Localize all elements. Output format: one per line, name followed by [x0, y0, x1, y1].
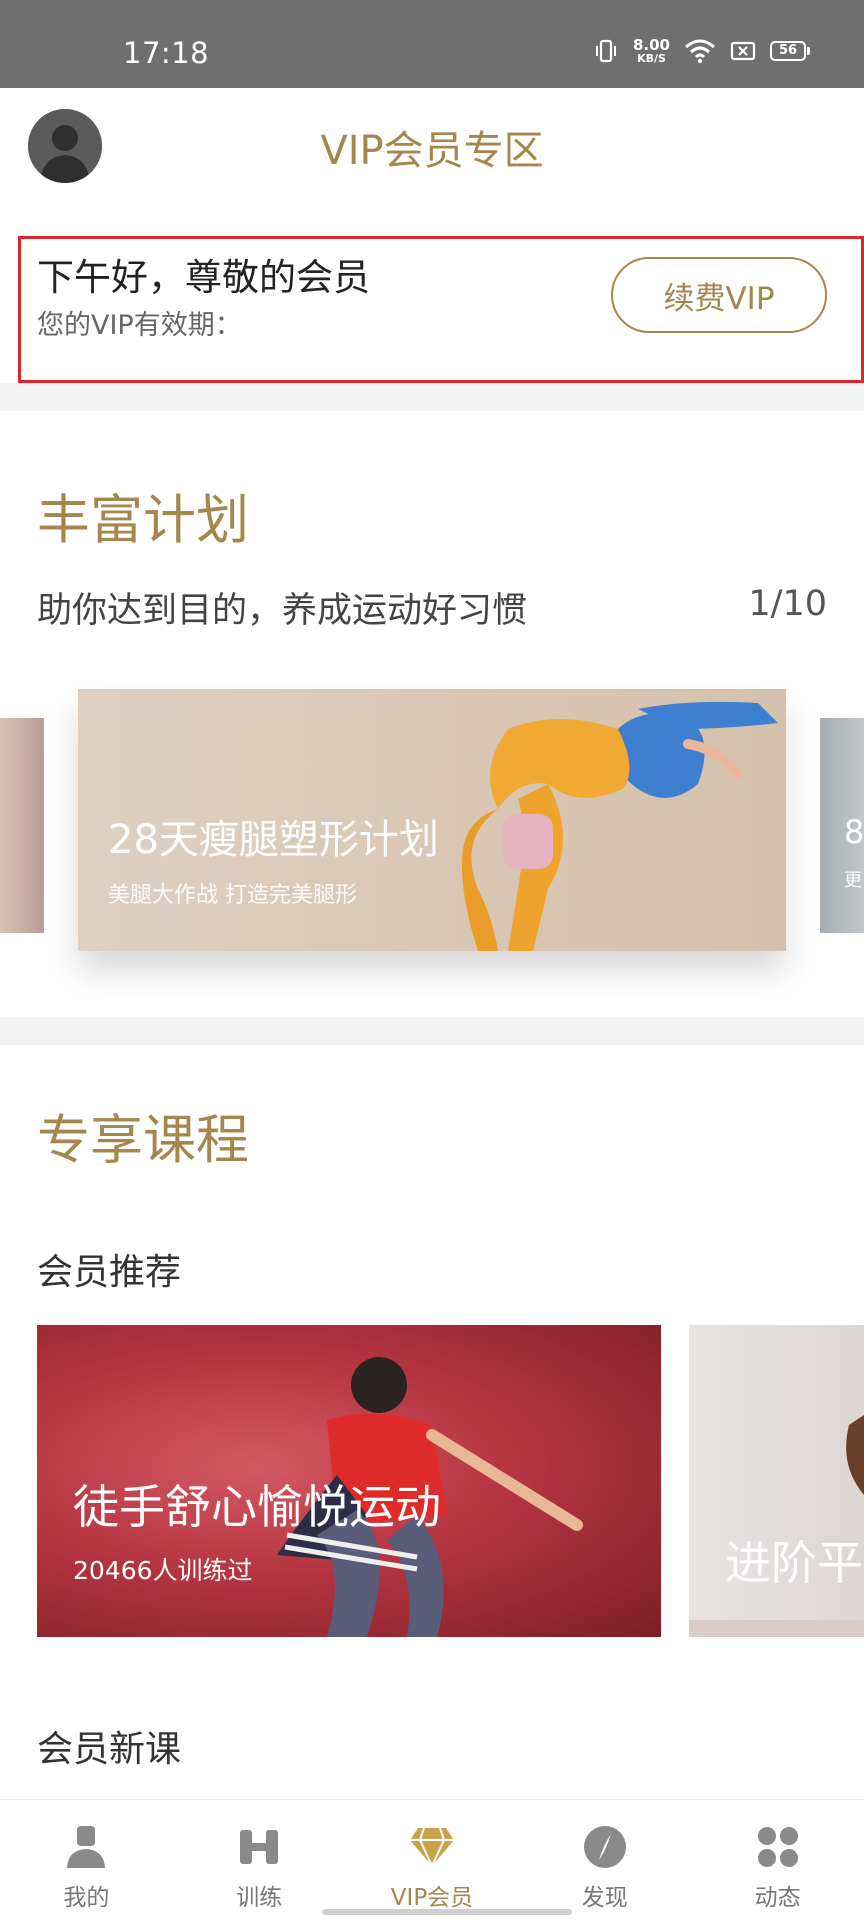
section-divider — [0, 1017, 864, 1045]
vibrate-icon — [595, 39, 616, 63]
plans-pager: 1/10 — [748, 584, 827, 624]
renew-vip-button[interactable]: 续费VIP — [611, 257, 827, 333]
course-card-next[interactable]: 进阶平 — [689, 1325, 864, 1637]
dumbbell-icon — [240, 1830, 279, 1864]
member-info-card: 下午好，尊敬的会员 您的VIP有效期： 续费VIP — [18, 236, 864, 383]
diamond-icon — [409, 1827, 454, 1869]
sim-icon — [730, 41, 756, 61]
plan-card-title: 28天瘦腿塑形计划 — [108, 817, 439, 863]
course-card-next-title: 进阶平 — [725, 1536, 863, 1590]
net-speed: 8.00 KB/S — [632, 36, 670, 65]
plan-card[interactable]: 28天瘦腿塑形计划 美腿大作战 打造完美腿形 — [78, 689, 786, 951]
nav-item-training[interactable]: 训练 — [173, 1800, 346, 1920]
course-card-title: 徒手舒心愉悦运动 — [73, 1480, 441, 1534]
section-divider — [0, 383, 864, 411]
plans-subtitle: 助你达到目的，养成运动好习惯 — [37, 591, 528, 631]
status-bar: 17:18 8.00 KB/S 56 — [0, 0, 864, 88]
plan-card-next[interactable]: 8 更 — [820, 718, 864, 933]
page-title: VIP会员专区 — [320, 128, 544, 174]
nav-item-discover[interactable]: 发现 — [518, 1800, 691, 1920]
course-card[interactable]: 徒手舒心愉悦运动 20466人训练过 — [37, 1325, 661, 1637]
nav-item-feed[interactable]: 动态 — [691, 1800, 864, 1920]
vip-validity-label: 您的VIP有效期： — [37, 310, 242, 341]
person-icon — [67, 1826, 106, 1868]
greeting-text: 下午好，尊敬的会员 — [37, 256, 370, 299]
plan-card-next-subtitle: 更 — [844, 870, 862, 891]
battery-icon: 56 — [770, 41, 810, 61]
plan-card-next-title: 8 — [844, 813, 864, 851]
courses-section-title: 专享课程 — [37, 1110, 249, 1171]
page-header: VIP会员专区 — [0, 88, 864, 206]
compass-icon — [583, 1826, 626, 1868]
course-card-count: 20466人训练过 — [73, 1556, 253, 1585]
grid-icon — [757, 1827, 798, 1867]
status-time: 17:18 — [123, 36, 210, 70]
plans-section-title: 丰富计划 — [37, 490, 249, 551]
nav-item-me[interactable]: 我的 — [0, 1800, 173, 1920]
new-courses-label: 会员新课 — [37, 1729, 182, 1770]
nav-item-vip[interactable]: VIP会员 — [346, 1800, 519, 1920]
home-indicator[interactable] — [322, 1909, 572, 1915]
wifi-icon — [685, 39, 715, 64]
status-icons: 8.00 KB/S 56 — [593, 38, 810, 64]
plan-card-prev[interactable] — [0, 718, 44, 933]
recommended-label: 会员推荐 — [37, 1252, 182, 1293]
plan-card-subtitle: 美腿大作战 打造完美腿形 — [108, 883, 357, 908]
bottom-nav: 我的 训练 VIP会员 发现 动态 — [0, 1799, 864, 1920]
